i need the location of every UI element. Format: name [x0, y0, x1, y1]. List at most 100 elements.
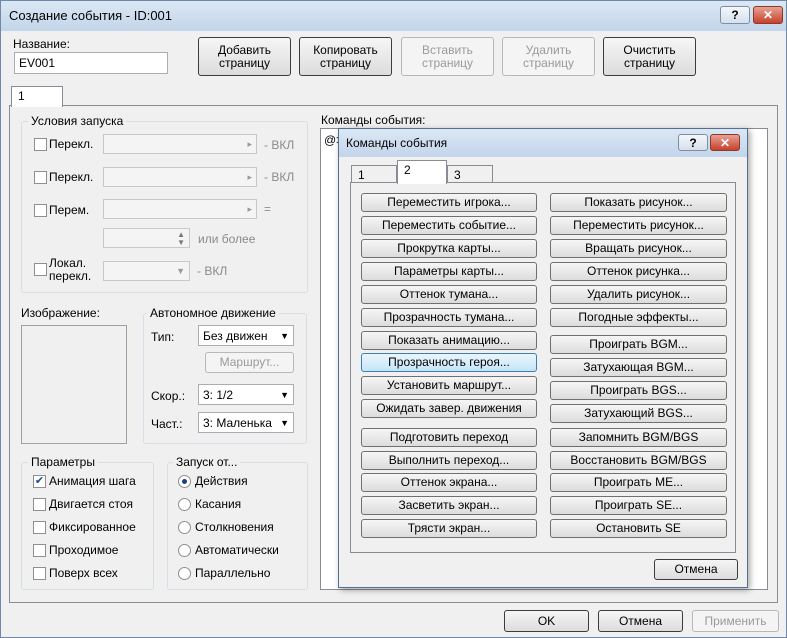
- paste-page-label-1: Вставить: [422, 42, 473, 57]
- tab-page-1[interactable]: 1: [11, 86, 63, 107]
- through-label: Проходимое: [49, 543, 119, 557]
- trigger-collision-label: Столкновения: [195, 520, 274, 534]
- command-button-right-15[interactable]: Остановить SE: [550, 519, 727, 538]
- event-editor-window: Создание события - ID:001 ? ✕ Название: …: [0, 0, 787, 638]
- paste-page-button[interactable]: Вставить страницу: [401, 37, 494, 76]
- ok-button[interactable]: OK: [504, 610, 589, 632]
- delete-page-label-1: Удалить: [525, 42, 572, 57]
- apply-button[interactable]: Применить: [692, 610, 779, 632]
- switch1-label: Перекл.: [49, 137, 94, 151]
- command-button-right-4[interactable]: Оттенок рисунка...: [550, 262, 727, 281]
- command-button-left-1[interactable]: Переместить игрока...: [361, 193, 537, 212]
- command-button-right-8[interactable]: Затухающая BGM...: [550, 358, 727, 377]
- always-on-top-checkbox[interactable]: [33, 567, 46, 580]
- trigger-parallel-label: Параллельно: [195, 566, 271, 580]
- popup-tab-2[interactable]: 2: [397, 160, 447, 184]
- command-button-left-13[interactable]: Оттенок экрана...: [361, 473, 537, 492]
- paste-page-label-2: страницу: [421, 55, 474, 70]
- command-button-right-14[interactable]: Проиграть SE...: [550, 496, 727, 515]
- popup-title: Команды события: [346, 136, 448, 150]
- add-page-button[interactable]: Добавить страницу: [198, 37, 291, 76]
- trigger-title: Запуск от...: [173, 455, 241, 469]
- command-button-left-14[interactable]: Засветить экран...: [361, 496, 537, 515]
- step-anim-checkbox[interactable]: [33, 498, 46, 511]
- popup-help-button[interactable]: ?: [678, 134, 708, 151]
- command-button-left-15[interactable]: Трясти экран...: [361, 519, 537, 538]
- command-button-left-5[interactable]: Оттенок тумана...: [361, 285, 537, 304]
- command-button-right-3[interactable]: Вращать рисунок...: [550, 239, 727, 258]
- switch1-checkbox[interactable]: [34, 138, 47, 151]
- command-button-left-8[interactable]: Прозрачность героя...: [361, 353, 537, 372]
- clear-page-button[interactable]: Очистить страницу: [603, 37, 696, 76]
- title-bar[interactable]: Создание события - ID:001 ? ✕: [1, 1, 786, 31]
- autonomous-title: Автономное движение: [147, 306, 279, 320]
- type-value: Без движен: [203, 329, 268, 343]
- command-button-left-6[interactable]: Прозрачность тумана...: [361, 308, 537, 327]
- trigger-collision-radio[interactable]: [178, 521, 191, 534]
- command-button-right-2[interactable]: Переместить рисунок...: [550, 216, 727, 235]
- type-label: Тип:: [151, 330, 175, 344]
- close-icon[interactable]: ✕: [753, 6, 783, 24]
- walk-anim-checkbox[interactable]: ✔: [33, 475, 46, 488]
- direction-fix-label: Фиксированное: [49, 520, 136, 534]
- step-anim-label: Двигается стоя: [49, 497, 133, 511]
- event-commands-dialog: Команды события ? ✕ 1 2 3 Переместить иг…: [338, 128, 748, 588]
- command-button-right-13[interactable]: Проиграть ME...: [550, 473, 727, 492]
- delete-page-button[interactable]: Удалить страницу: [502, 37, 595, 76]
- command-button-left-9[interactable]: Установить маршрут...: [361, 376, 537, 395]
- trigger-action-radio[interactable]: [178, 475, 191, 488]
- cancel-button[interactable]: Отмена: [598, 610, 683, 632]
- popup-tab-1[interactable]: 1: [351, 165, 397, 183]
- self-switch-select[interactable]: ▼: [103, 261, 190, 281]
- route-button[interactable]: Маршрут...: [205, 352, 294, 373]
- direction-fix-checkbox[interactable]: [33, 521, 46, 534]
- command-button-left-2[interactable]: Переместить событие...: [361, 216, 537, 235]
- trigger-action-label: Действия: [195, 474, 248, 488]
- command-button-right-6[interactable]: Погодные эффекты...: [550, 308, 727, 327]
- freq-label: Част.:: [151, 417, 183, 431]
- command-button-right-7[interactable]: Проиграть BGM...: [550, 335, 727, 354]
- command-button-right-9[interactable]: Проиграть BGS...: [550, 381, 727, 400]
- switch2-suffix: - ВКЛ: [264, 170, 295, 184]
- variable-checkbox[interactable]: [34, 204, 47, 217]
- command-button-left-3[interactable]: Прокрутка карты...: [361, 239, 537, 258]
- self-switch-checkbox[interactable]: [34, 263, 47, 276]
- command-button-left-12[interactable]: Выполнить переход...: [361, 451, 537, 470]
- trigger-auto-label: Автоматически: [195, 543, 279, 557]
- popup-title-bar[interactable]: Команды события ? ✕: [339, 129, 747, 157]
- delete-page-label-2: страницу: [522, 55, 575, 70]
- options-title: Параметры: [28, 455, 98, 469]
- type-select[interactable]: Без движен ▼: [198, 325, 294, 346]
- help-button[interactable]: ?: [720, 6, 750, 24]
- popup-cancel-button[interactable]: Отмена: [654, 559, 738, 580]
- copy-page-label-2: страницу: [319, 55, 372, 70]
- variable-eq: =: [264, 202, 272, 216]
- trigger-parallel-radio[interactable]: [178, 567, 191, 580]
- variable-value-spinner[interactable]: ▲ ▼: [103, 228, 190, 248]
- through-checkbox[interactable]: [33, 544, 46, 557]
- command-button-left-11[interactable]: Подготовить переход: [361, 428, 537, 447]
- command-button-left-4[interactable]: Параметры карты...: [361, 262, 537, 281]
- freq-select[interactable]: 3: Маленька ▼: [198, 412, 294, 433]
- copy-page-button[interactable]: Копировать страницу: [299, 37, 392, 76]
- popup-tab-3[interactable]: 3: [447, 165, 493, 183]
- trigger-auto-radio[interactable]: [178, 544, 191, 557]
- switch2-checkbox[interactable]: [34, 171, 47, 184]
- command-button-right-5[interactable]: Удалить рисунок...: [550, 285, 727, 304]
- command-button-right-10[interactable]: Затухающий BGS...: [550, 404, 727, 423]
- name-input[interactable]: EV001: [14, 52, 168, 74]
- switch1-select[interactable]: ▸: [103, 134, 257, 154]
- variable-select[interactable]: ▸: [103, 199, 257, 219]
- command-button-right-1[interactable]: Показать рисунок...: [550, 193, 727, 212]
- command-button-right-11[interactable]: Запомнить BGM/BGS: [550, 428, 727, 447]
- image-preview[interactable]: [21, 325, 127, 444]
- command-button-right-12[interactable]: Восстановить BGM/BGS: [550, 451, 727, 470]
- switch2-select[interactable]: ▸: [103, 167, 257, 187]
- variable-more-label: или более: [198, 232, 256, 246]
- speed-select[interactable]: 3: 1/2 ▼: [198, 384, 294, 405]
- speed-label: Скор.:: [151, 389, 186, 403]
- command-button-left-10[interactable]: Ожидать завер. движения: [361, 399, 537, 418]
- popup-close-icon[interactable]: ✕: [710, 134, 740, 151]
- command-button-left-7[interactable]: Показать анимацию...: [361, 331, 537, 350]
- trigger-touch-radio[interactable]: [178, 498, 191, 511]
